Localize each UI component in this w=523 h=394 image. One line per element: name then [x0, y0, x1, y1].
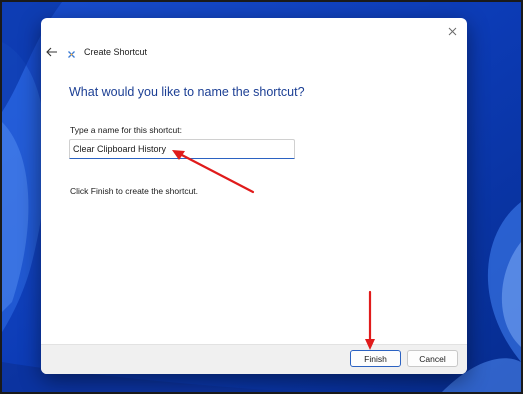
- finish-instruction-text: Click Finish to create the shortcut.: [70, 186, 199, 196]
- cancel-button[interactable]: Cancel: [407, 350, 458, 367]
- shortcut-wizard-icon: [68, 51, 75, 58]
- back-arrow-icon: [46, 47, 57, 57]
- shortcut-name-input[interactable]: [69, 139, 295, 159]
- screenshot-frame: Create Shortcut What would you like to n…: [0, 0, 523, 394]
- close-icon: [448, 27, 456, 35]
- shortcut-name-label: Type a name for this shortcut:: [70, 125, 182, 135]
- page-heading: What would you like to name the shortcut…: [69, 85, 305, 99]
- finish-button[interactable]: Finish: [350, 350, 401, 367]
- dialog-footer: Finish Cancel: [41, 344, 467, 374]
- close-button[interactable]: [443, 22, 461, 40]
- dialog-title: Create Shortcut: [84, 47, 148, 57]
- create-shortcut-dialog: Create Shortcut What would you like to n…: [41, 18, 467, 374]
- back-button[interactable]: [44, 44, 60, 60]
